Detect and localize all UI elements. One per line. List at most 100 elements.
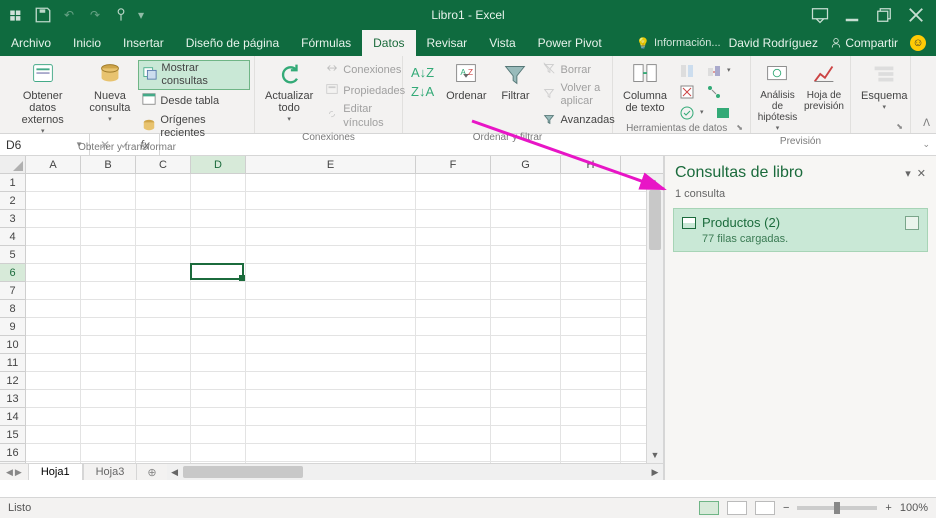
column-header-F[interactable]: F — [416, 156, 491, 173]
sheet-tab-hoja1[interactable]: Hoja1 — [28, 463, 83, 480]
origenes-recientes-button[interactable]: Orígenes recientes — [138, 113, 250, 141]
conexiones-button[interactable]: Conexiones — [321, 60, 409, 80]
row-header-15[interactable]: 15 — [0, 426, 25, 444]
nueva-consulta-button[interactable]: Nueva consulta ▾ — [83, 58, 136, 126]
zoom-in-button[interactable]: + — [885, 502, 891, 514]
row-header-13[interactable]: 13 — [0, 390, 25, 408]
horizontal-scrollbar[interactable]: ◀ ▶ — [167, 464, 663, 480]
scrollbar-thumb[interactable] — [649, 190, 661, 250]
tab-power-pivot[interactable]: Power Pivot — [527, 30, 613, 56]
tab-revisar[interactable]: Revisar — [416, 30, 479, 56]
filtrar-button[interactable]: Filtrar — [494, 58, 536, 104]
esquema-button[interactable]: Esquema ▾ — [855, 58, 913, 114]
remove-duplicates-button[interactable] — [675, 83, 699, 101]
row-header-8[interactable]: 8 — [0, 300, 25, 318]
scroll-right-icon[interactable]: ▶ — [647, 464, 663, 480]
row-header-11[interactable]: 11 — [0, 354, 25, 372]
column-header-A[interactable]: A — [26, 156, 81, 173]
zoom-slider[interactable] — [797, 506, 877, 510]
flash-fill-button[interactable] — [675, 62, 699, 80]
dialog-launcher[interactable]: ⬊ — [896, 122, 906, 131]
row-header-1[interactable]: 1 — [0, 174, 25, 192]
what-if-icon — [762, 60, 792, 88]
columna-de-texto-button[interactable]: Columna de texto — [617, 58, 673, 116]
row-header-10[interactable]: 10 — [0, 336, 25, 354]
column-header-E[interactable]: E — [246, 156, 416, 173]
avanzadas-button[interactable]: Avanzadas — [538, 111, 618, 131]
collapse-ribbon-icon[interactable]: ᐱ — [923, 118, 930, 129]
ribbon-options-icon[interactable] — [806, 5, 834, 25]
zoom-out-button[interactable]: − — [783, 502, 789, 514]
page-layout-view-button[interactable] — [727, 501, 747, 515]
vertical-scrollbar[interactable]: ▲ ▼ — [646, 174, 663, 463]
row-header-3[interactable]: 3 — [0, 210, 25, 228]
tab-diseno-pagina[interactable]: Diseño de página — [175, 30, 290, 56]
redo-icon[interactable]: ↷ — [86, 6, 104, 24]
tab-formulas[interactable]: Fórmulas — [290, 30, 362, 56]
touch-mode-icon[interactable] — [112, 6, 130, 24]
app-icon[interactable] — [8, 6, 26, 24]
sheet-tab-hoja3[interactable]: Hoja3 — [83, 463, 138, 480]
sort-asc-button[interactable]: A↓Z — [407, 64, 438, 82]
normal-view-button[interactable] — [699, 501, 719, 515]
cell-grid[interactable] — [26, 174, 646, 463]
data-model-button[interactable] — [711, 104, 735, 122]
consolidate-button[interactable]: ▾ — [702, 62, 735, 80]
page-break-view-button[interactable] — [755, 501, 775, 515]
row-header-4[interactable]: 4 — [0, 228, 25, 246]
column-header-H[interactable]: H — [561, 156, 621, 173]
data-validation-button[interactable]: ▾ — [675, 104, 708, 122]
tab-archivo[interactable]: Archivo — [0, 30, 62, 56]
user-name[interactable]: David Rodríguez — [729, 36, 818, 50]
row-header-16[interactable]: 16 — [0, 444, 25, 462]
column-header-G[interactable]: G — [491, 156, 561, 173]
row-header-7[interactable]: 7 — [0, 282, 25, 300]
restore-button[interactable] — [870, 5, 898, 25]
analisis-hipotesis-button[interactable]: Análisis de hipótesis ▾ — [755, 58, 800, 135]
close-button[interactable] — [902, 5, 930, 25]
ordenar-button[interactable]: AZ Ordenar — [440, 58, 492, 104]
save-icon[interactable] — [34, 6, 52, 24]
row-header-6[interactable]: 6 — [0, 264, 25, 282]
peek-icon[interactable] — [905, 216, 919, 230]
qat-customize-icon[interactable]: ▾ — [138, 8, 144, 22]
panel-close-icon[interactable]: ✕ — [917, 167, 926, 180]
feedback-icon[interactable]: ☺ — [910, 35, 926, 51]
scroll-left-icon[interactable]: ◀ — [167, 464, 183, 480]
minimize-button[interactable] — [838, 5, 866, 25]
zoom-level[interactable]: 100% — [900, 502, 928, 514]
mostrar-consultas-button[interactable]: Mostrar consultas — [138, 60, 250, 90]
row-header-5[interactable]: 5 — [0, 246, 25, 264]
tell-me[interactable]: 💡 Información... — [636, 30, 728, 56]
panel-menu-icon[interactable]: ▾ — [905, 167, 911, 180]
tab-datos[interactable]: Datos — [362, 30, 415, 56]
dropdown-icon: ▾ — [776, 125, 780, 133]
share-button[interactable]: Compartir — [830, 36, 898, 50]
undo-icon[interactable]: ↶ — [60, 6, 78, 24]
column-header-B[interactable]: B — [81, 156, 136, 173]
tab-insertar[interactable]: Insertar — [112, 30, 175, 56]
obtener-datos-externos-button[interactable]: Obtener datos externos ▾ — [4, 58, 81, 138]
new-sheet-button[interactable]: ⊕ — [137, 466, 166, 479]
relationships-button[interactable] — [702, 83, 726, 101]
expand-formula-icon[interactable]: ⌄ — [922, 139, 930, 150]
hoja-prevision-button[interactable]: Hoja de previsión — [802, 58, 846, 114]
dialog-launcher[interactable]: ⬊ — [736, 123, 746, 134]
row-header-2[interactable]: 2 — [0, 192, 25, 210]
tab-inicio[interactable]: Inicio — [62, 30, 112, 56]
sheet-nav[interactable]: ◀▶ — [0, 467, 28, 478]
scroll-up-icon[interactable]: ▲ — [647, 174, 663, 190]
select-all-button[interactable] — [0, 156, 26, 173]
column-header-D[interactable]: D — [191, 156, 246, 173]
row-header-9[interactable]: 9 — [0, 318, 25, 336]
sort-desc-button[interactable]: Z↓A — [407, 83, 438, 101]
row-header-14[interactable]: 14 — [0, 408, 25, 426]
column-header-C[interactable]: C — [136, 156, 191, 173]
tab-vista[interactable]: Vista — [478, 30, 526, 56]
scrollbar-thumb[interactable] — [183, 466, 303, 478]
query-item[interactable]: Productos (2) 77 filas cargadas. — [673, 208, 928, 252]
scroll-down-icon[interactable]: ▼ — [647, 447, 663, 463]
actualizar-todo-button[interactable]: Actualizar todo ▾ — [259, 58, 319, 126]
desde-tabla-button[interactable]: Desde tabla — [138, 91, 250, 111]
row-header-12[interactable]: 12 — [0, 372, 25, 390]
